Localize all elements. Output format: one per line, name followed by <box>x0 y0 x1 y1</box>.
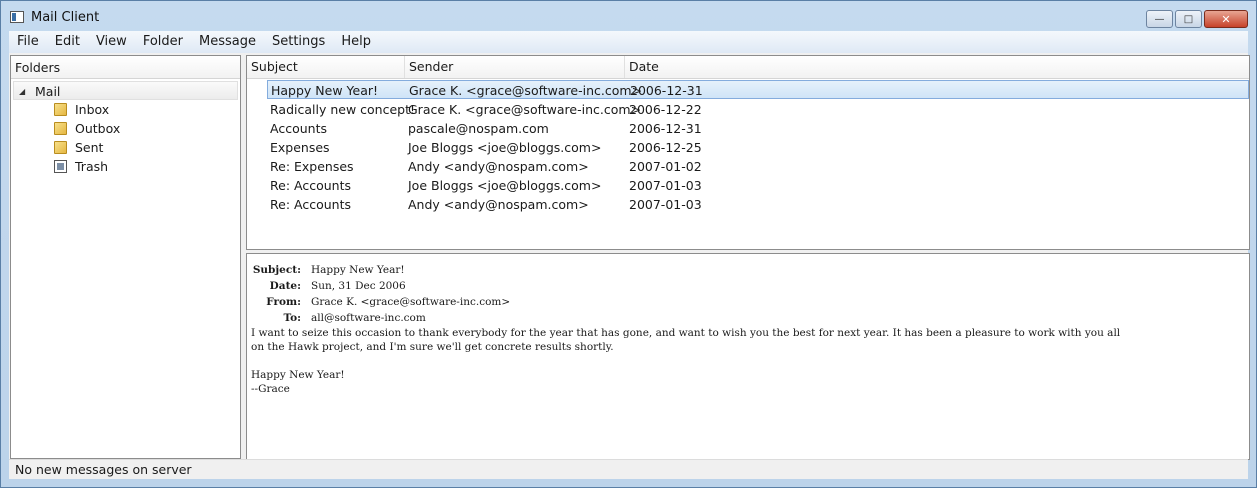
message-row[interactable]: Re: Expenses Andy <andy@nospam.com> 2007… <box>267 157 1249 176</box>
message-subject: Re: Accounts <box>270 178 351 193</box>
message-sender: Grace K. <grace@software-inc.com> <box>409 83 643 98</box>
header-value: all@software-inc.com <box>311 312 426 324</box>
header-value: Happy New Year! <box>311 264 405 276</box>
tree-item-trash[interactable]: Trash <box>11 157 240 176</box>
tree-item-outbox[interactable]: Outbox <box>11 119 240 138</box>
maximize-button[interactable]: □ <box>1175 10 1202 28</box>
tree-item-label: Sent <box>75 140 104 155</box>
message-row[interactable]: Radically new concept! Grace K. <grace@s… <box>267 100 1249 119</box>
tree-item-label: Mail <box>35 84 61 99</box>
message-sender: Andy <andy@nospam.com> <box>408 197 589 212</box>
expand-arrow-icon[interactable]: ◢ <box>19 82 25 101</box>
folder-icon <box>54 122 67 135</box>
message-sender: Andy <andy@nospam.com> <box>408 159 589 174</box>
message-row[interactable]: Accounts pascale@nospam.com 2006-12-31 <box>267 119 1249 138</box>
message-preview[interactable]: Subject: Happy New Year! Date: Sun, 31 D… <box>246 253 1250 460</box>
tree-item-label: Outbox <box>75 121 121 136</box>
message-date: 2007-01-02 <box>629 159 702 174</box>
message-subject: Accounts <box>270 121 327 136</box>
menu-message[interactable]: Message <box>191 31 264 53</box>
menu-edit[interactable]: Edit <box>47 31 88 53</box>
preview-header-to: To: all@software-inc.com <box>251 310 1245 326</box>
message-row[interactable]: Re: Accounts Joe Bloggs <joe@bloggs.com>… <box>267 176 1249 195</box>
close-button[interactable]: ✕ <box>1204 10 1248 28</box>
tree-item-label: Inbox <box>75 102 110 117</box>
preview-header-subject: Subject: Happy New Year! <box>251 262 1245 278</box>
menu-help[interactable]: Help <box>333 31 379 53</box>
header-key: To: <box>283 312 302 324</box>
folder-tree[interactable]: Folders ◢ Mail Inbox Outbox Sent Trash <box>10 55 241 459</box>
tree-item-mail[interactable]: ◢ Mail <box>13 81 238 100</box>
message-sender: Grace K. <grace@software-inc.com> <box>408 102 642 117</box>
message-row-selected[interactable]: Happy New Year! Grace K. <grace@software… <box>267 80 1249 99</box>
tree-item-sent[interactable]: Sent <box>11 138 240 157</box>
column-header-sender[interactable]: Sender <box>405 56 625 78</box>
menu-file[interactable]: File <box>9 31 47 53</box>
header-key: Date: <box>269 280 301 292</box>
client-area: Folders ◢ Mail Inbox Outbox Sent Trash S… <box>9 53 1250 479</box>
header-key: Subject: <box>252 264 301 276</box>
message-date: 2007-01-03 <box>629 178 702 193</box>
message-row[interactable]: Expenses Joe Bloggs <joe@bloggs.com> 200… <box>267 138 1249 157</box>
message-sender: pascale@nospam.com <box>408 121 549 136</box>
message-body: I want to seize this occasion to thank e… <box>251 327 1121 395</box>
message-date: 2006-12-22 <box>629 102 702 117</box>
header-key: From: <box>266 296 301 308</box>
column-header-date[interactable]: Date <box>625 56 1249 78</box>
message-row[interactable]: Re: Accounts Andy <andy@nospam.com> 2007… <box>267 195 1249 214</box>
message-subject: Re: Accounts <box>270 197 351 212</box>
column-header-subject[interactable]: Subject <box>247 56 405 78</box>
message-sender: Joe Bloggs <joe@bloggs.com> <box>408 178 602 193</box>
title-bar[interactable]: Mail Client — □ ✕ <box>1 1 1256 31</box>
app-icon <box>10 11 24 23</box>
preview-header-from: From: Grace K. <grace@software-inc.com> <box>251 294 1245 310</box>
tree-item-inbox[interactable]: Inbox <box>11 100 240 119</box>
message-list[interactable]: Subject Sender Date Happy New Year! Grac… <box>246 55 1250 250</box>
message-list-header: Subject Sender Date <box>247 56 1249 79</box>
menu-settings[interactable]: Settings <box>264 31 333 53</box>
header-value: Sun, 31 Dec 2006 <box>311 280 406 292</box>
message-sender: Joe Bloggs <joe@bloggs.com> <box>408 140 602 155</box>
folders-header[interactable]: Folders <box>11 56 240 79</box>
mail-client-window: Mail Client — □ ✕ File Edit View Folder … <box>0 0 1257 488</box>
window-controls: — □ ✕ <box>1144 10 1248 28</box>
message-date: 2007-01-03 <box>629 197 702 212</box>
message-subject: Re: Expenses <box>270 159 354 174</box>
message-subject: Happy New Year! <box>271 83 379 98</box>
status-bar: No new messages on server <box>9 459 1248 479</box>
message-subject: Radically new concept! <box>270 102 415 117</box>
minimize-button[interactable]: — <box>1146 10 1173 28</box>
message-date: 2006-12-25 <box>629 140 702 155</box>
menu-folder[interactable]: Folder <box>135 31 191 53</box>
folder-icon <box>54 141 67 154</box>
preview-header-date: Date: Sun, 31 Dec 2006 <box>251 278 1245 294</box>
header-value: Grace K. <grace@software-inc.com> <box>311 296 511 308</box>
folder-icon <box>54 103 67 116</box>
message-subject: Expenses <box>270 140 330 155</box>
tree-item-label: Trash <box>75 159 109 174</box>
message-date: 2006-12-31 <box>630 83 703 98</box>
menu-view[interactable]: View <box>88 31 135 53</box>
trash-icon <box>54 160 67 173</box>
window-title: Mail Client <box>31 10 100 25</box>
menu-bar: File Edit View Folder Message Settings H… <box>9 31 1248 53</box>
message-date: 2006-12-31 <box>629 121 702 136</box>
